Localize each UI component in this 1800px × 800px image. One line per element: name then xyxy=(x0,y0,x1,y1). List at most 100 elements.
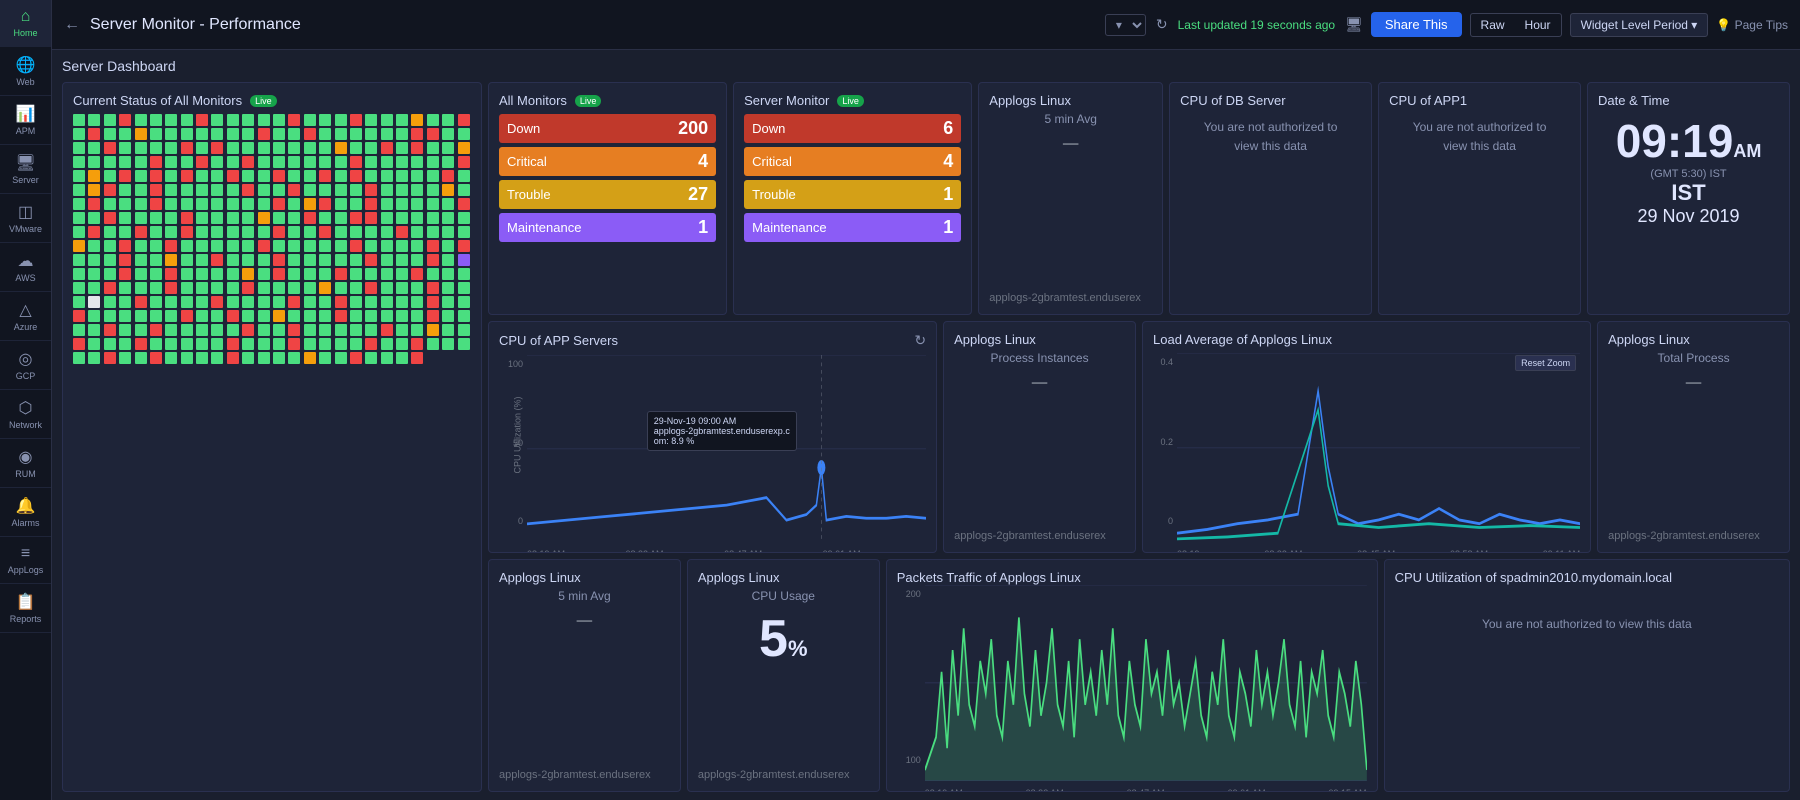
grid-cell[interactable] xyxy=(288,296,300,308)
grid-cell[interactable] xyxy=(442,254,454,266)
grid-cell[interactable] xyxy=(273,240,285,252)
grid-cell[interactable] xyxy=(442,114,454,126)
grid-cell[interactable] xyxy=(350,352,362,364)
grid-cell[interactable] xyxy=(350,226,362,238)
grid-cell[interactable] xyxy=(119,324,131,336)
grid-cell[interactable] xyxy=(319,254,331,266)
grid-cell[interactable] xyxy=(411,240,423,252)
grid-cell[interactable] xyxy=(319,170,331,182)
grid-cell[interactable] xyxy=(319,310,331,322)
grid-cell[interactable] xyxy=(381,338,393,350)
grid-cell[interactable] xyxy=(211,170,223,182)
grid-cell[interactable] xyxy=(381,156,393,168)
grid-cell[interactable] xyxy=(458,296,470,308)
grid-cell[interactable] xyxy=(381,296,393,308)
grid-cell[interactable] xyxy=(427,212,439,224)
grid-cell[interactable] xyxy=(135,240,147,252)
grid-cell[interactable] xyxy=(88,198,100,210)
grid-cell[interactable] xyxy=(150,282,162,294)
grid-cell[interactable] xyxy=(427,282,439,294)
grid-cell[interactable] xyxy=(211,268,223,280)
grid-cell[interactable] xyxy=(427,254,439,266)
grid-cell[interactable] xyxy=(288,254,300,266)
grid-cell[interactable] xyxy=(273,296,285,308)
grid-cell[interactable] xyxy=(396,296,408,308)
grid-cell[interactable] xyxy=(335,268,347,280)
grid-cell[interactable] xyxy=(242,170,254,182)
grid-cell[interactable] xyxy=(335,324,347,336)
grid-cell[interactable] xyxy=(119,184,131,196)
grid-cell[interactable] xyxy=(73,324,85,336)
grid-cell[interactable] xyxy=(288,338,300,350)
grid-cell[interactable] xyxy=(458,170,470,182)
grid-cell[interactable] xyxy=(319,128,331,140)
grid-cell[interactable] xyxy=(119,240,131,252)
grid-cell[interactable] xyxy=(242,198,254,210)
grid-cell[interactable] xyxy=(258,254,270,266)
grid-cell[interactable] xyxy=(88,142,100,154)
grid-cell[interactable] xyxy=(181,254,193,266)
grid-cell[interactable] xyxy=(350,310,362,322)
grid-cell[interactable] xyxy=(288,114,300,126)
grid-cell[interactable] xyxy=(242,254,254,266)
grid-cell[interactable] xyxy=(381,352,393,364)
grid-cell[interactable] xyxy=(150,296,162,308)
grid-cell[interactable] xyxy=(427,268,439,280)
grid-cell[interactable] xyxy=(119,128,131,140)
grid-cell[interactable] xyxy=(288,170,300,182)
grid-cell[interactable] xyxy=(119,156,131,168)
grid-cell[interactable] xyxy=(227,142,239,154)
grid-cell[interactable] xyxy=(165,324,177,336)
grid-cell[interactable] xyxy=(196,226,208,238)
grid-cell[interactable] xyxy=(381,198,393,210)
grid-cell[interactable] xyxy=(104,184,116,196)
grid-cell[interactable] xyxy=(119,170,131,182)
grid-cell[interactable] xyxy=(396,114,408,126)
grid-cell[interactable] xyxy=(458,282,470,294)
grid-cell[interactable] xyxy=(73,282,85,294)
grid-cell[interactable] xyxy=(427,296,439,308)
grid-cell[interactable] xyxy=(88,156,100,168)
grid-cell[interactable] xyxy=(319,184,331,196)
grid-cell[interactable] xyxy=(273,212,285,224)
grid-cell[interactable] xyxy=(211,198,223,210)
grid-cell[interactable] xyxy=(104,156,116,168)
grid-cell[interactable] xyxy=(442,310,454,322)
sidebar-item-home[interactable]: ⌂ Home xyxy=(0,0,51,47)
grid-cell[interactable] xyxy=(365,282,377,294)
grid-cell[interactable] xyxy=(165,114,177,126)
grid-cell[interactable] xyxy=(365,352,377,364)
grid-cell[interactable] xyxy=(119,310,131,322)
grid-cell[interactable] xyxy=(211,240,223,252)
grid-cell[interactable] xyxy=(350,254,362,266)
grid-cell[interactable] xyxy=(442,198,454,210)
grid-cell[interactable] xyxy=(165,212,177,224)
grid-cell[interactable] xyxy=(304,324,316,336)
grid-cell[interactable] xyxy=(242,324,254,336)
grid-cell[interactable] xyxy=(258,296,270,308)
grid-cell[interactable] xyxy=(227,338,239,350)
grid-cell[interactable] xyxy=(288,268,300,280)
grid-cell[interactable] xyxy=(411,156,423,168)
sidebar-item-reports[interactable]: 📋 Reports xyxy=(0,584,51,633)
grid-cell[interactable] xyxy=(88,212,100,224)
grid-cell[interactable] xyxy=(458,156,470,168)
grid-cell[interactable] xyxy=(458,198,470,210)
grid-cell[interactable] xyxy=(335,142,347,154)
grid-cell[interactable] xyxy=(165,184,177,196)
grid-cell[interactable] xyxy=(350,156,362,168)
grid-cell[interactable] xyxy=(181,240,193,252)
sidebar-item-web[interactable]: 🌐 Web xyxy=(0,47,51,96)
grid-cell[interactable] xyxy=(181,282,193,294)
grid-cell[interactable] xyxy=(273,170,285,182)
grid-cell[interactable] xyxy=(304,282,316,294)
grid-cell[interactable] xyxy=(319,156,331,168)
grid-cell[interactable] xyxy=(365,296,377,308)
grid-cell[interactable] xyxy=(365,324,377,336)
grid-cell[interactable] xyxy=(427,324,439,336)
grid-cell[interactable] xyxy=(88,338,100,350)
grid-cell[interactable] xyxy=(150,212,162,224)
grid-cell[interactable] xyxy=(365,128,377,140)
grid-cell[interactable] xyxy=(319,282,331,294)
grid-cell[interactable] xyxy=(104,352,116,364)
